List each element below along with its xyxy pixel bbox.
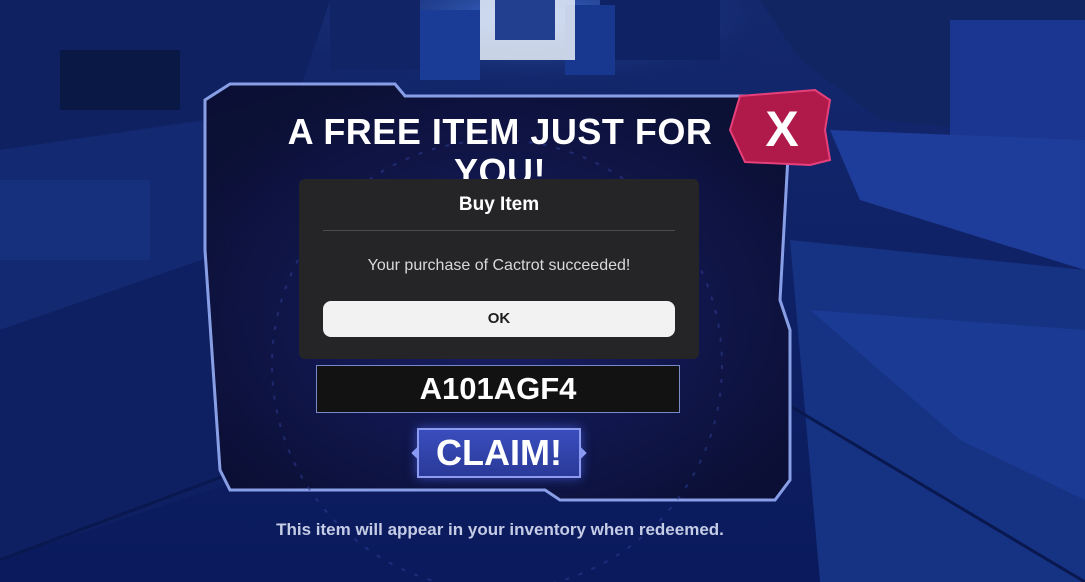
- redeem-code-field[interactable]: A101AGF4: [316, 365, 680, 413]
- ok-button[interactable]: OK: [323, 301, 675, 337]
- dialog-title: Buy Item: [458, 194, 540, 215]
- close-button[interactable]: X: [742, 96, 822, 162]
- dialog-divider: [323, 230, 675, 231]
- claim-button[interactable]: CLAIM!: [417, 428, 581, 478]
- buy-item-dialog: Buy Item Your purchase of Cactrot succee…: [299, 179, 699, 359]
- x-icon[interactable]: X: [765, 101, 798, 157]
- dialog-message: Your purchase of Cactrot succeeded!: [367, 257, 631, 274]
- inventory-footnote: This item will appear in your inventory …: [276, 520, 724, 539]
